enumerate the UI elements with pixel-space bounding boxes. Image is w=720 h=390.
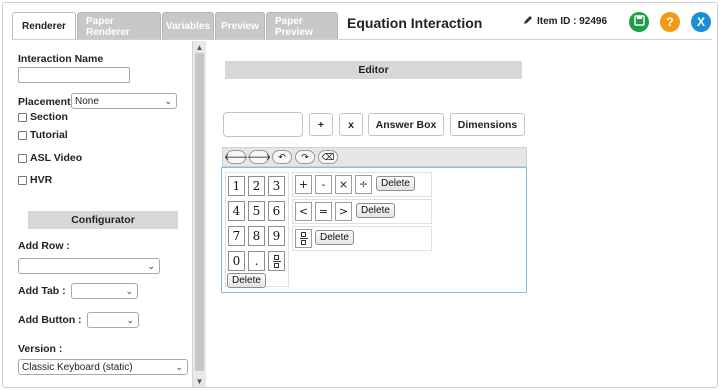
key-decimal[interactable]: . [248,251,265,271]
tab-preview[interactable]: Preview [215,12,265,40]
backspace-icon[interactable]: ⌫ [318,150,338,164]
tab-divider [12,39,712,40]
placement-value: None [75,95,99,107]
key-multiply[interactable]: × [335,175,352,194]
panel-scrollbar[interactable]: ▲ ▼ [192,41,206,387]
add-tab-select[interactable]: ⌄ [71,283,138,299]
save-icon [633,15,645,29]
item-id-label: Item ID : 92496 [537,16,608,27]
tab-bar: Renderer Paper Renderer Variables Previe… [12,12,338,40]
placement-label: Placement [18,96,71,108]
version-select[interactable]: Classic Keyboard (static) ⌄ [18,359,188,375]
key-4[interactable]: 4 [228,201,245,221]
fraction-icon [272,254,282,268]
keyboard-panel: 1 2 3 4 5 6 7 8 9 0 . Delete + - × ÷ Del… [221,167,527,293]
row3-delete-button[interactable]: Delete [315,230,354,245]
chevron-down-icon: ⌄ [125,286,133,296]
section-label: Section [30,111,68,123]
key-7[interactable]: 7 [228,226,245,246]
configurator-header: Configurator [28,211,178,229]
placement-select[interactable]: None ⌄ [71,93,177,109]
key-1[interactable]: 1 [228,176,245,196]
hvr-checkbox[interactable]: HVR [18,174,52,186]
checkbox-box[interactable] [18,153,27,163]
fraction-icon [299,232,309,245]
key-equals[interactable]: = [315,202,332,221]
tab-paper-preview[interactable]: Paper Preview [266,12,338,40]
hvr-label: HVR [30,174,53,186]
item-id: Item ID : 92496 [523,15,607,28]
redo-icon[interactable]: ↷ [295,150,315,164]
answer-input[interactable] [223,112,303,137]
help-button[interactable]: ? [660,12,680,32]
scroll-down-icon[interactable]: ▼ [193,375,206,387]
key-2[interactable]: 2 [248,176,265,196]
close-button[interactable]: X [691,12,711,32]
key-greater-than[interactable]: > [335,202,352,221]
version-label: Version : [18,343,63,355]
add-row-label: Add Row : [18,240,70,252]
close-icon: X [696,15,705,29]
tutorial-checkbox[interactable]: Tutorial [18,129,68,141]
key-divide[interactable]: ÷ [355,175,372,194]
app-window: Renderer Paper Renderer Variables Previe… [2,2,718,388]
scroll-up-icon[interactable]: ▲ [193,41,206,53]
page-title: Equation Interaction [347,15,483,31]
arrow-right-icon[interactable]: 🡒 [247,150,271,164]
plus-button[interactable]: + [309,113,333,136]
key-minus[interactable]: - [315,175,332,194]
chevron-down-icon: ⌄ [175,362,183,372]
key-9[interactable]: 9 [268,226,285,246]
key-8[interactable]: 8 [248,226,265,246]
key-plus[interactable]: + [295,175,312,194]
chevron-down-icon: ⌄ [147,261,155,271]
scroll-thumb[interactable] [195,53,204,371]
save-button[interactable] [629,12,649,32]
interaction-name-input[interactable] [18,67,130,83]
tutorial-label: Tutorial [30,129,68,141]
add-tab-label: Add Tab : [18,285,66,297]
answer-box-button[interactable]: Answer Box [368,113,444,136]
key-fraction-template[interactable] [295,229,312,248]
key-3[interactable]: 3 [268,176,285,196]
row1-delete-button[interactable]: Delete [376,176,415,191]
times-button[interactable]: x [339,113,363,136]
asl-video-checkbox[interactable]: ASL Video [18,152,82,164]
tab-renderer[interactable]: Renderer [12,12,76,40]
version-value: Classic Keyboard (static) [22,361,133,373]
keyboard-toolbar: 🡐 🡒 ↶ ↷ ⌫ [222,147,527,167]
tab-variables[interactable]: Variables [162,12,214,40]
checkbox-box[interactable] [18,175,27,185]
checkbox-box[interactable] [18,112,27,122]
tab-paper-renderer[interactable]: Paper Renderer [77,12,161,40]
operator-row-1: + - × ÷ Delete [292,172,432,197]
operator-row-3: Delete [292,226,432,251]
numpad: 1 2 3 4 5 6 7 8 9 0 . Delete [225,172,289,288]
checkbox-box[interactable] [18,130,27,140]
properties-panel: Interaction Name Placement None ⌄ Sectio… [12,41,192,387]
add-button-select[interactable]: ⌄ [87,312,139,328]
asl-video-label: ASL Video [30,152,83,164]
chevron-down-icon: ⌄ [164,96,172,106]
key-6[interactable]: 6 [268,201,285,221]
add-row-select[interactable]: ⌄ [18,258,160,274]
question-icon: ? [666,15,674,29]
key-5[interactable]: 5 [248,201,265,221]
key-less-than[interactable]: < [295,202,312,221]
operator-row-2: < = > Delete [292,199,432,224]
section-checkbox[interactable]: Section [18,111,68,123]
undo-icon[interactable]: ↶ [272,150,292,164]
chevron-down-icon: ⌄ [126,315,134,325]
add-button-label: Add Button : [18,314,82,326]
editor-header: Editor [225,61,522,79]
pencil-icon [523,15,533,28]
numpad-delete-button[interactable]: Delete [227,273,266,288]
arrow-left-icon[interactable]: 🡐 [224,150,248,164]
dimensions-button[interactable]: Dimensions [450,113,525,136]
key-0[interactable]: 0 [228,251,245,271]
row2-delete-button[interactable]: Delete [356,203,395,218]
interaction-name-label: Interaction Name [18,53,104,65]
key-fraction[interactable] [268,251,285,271]
